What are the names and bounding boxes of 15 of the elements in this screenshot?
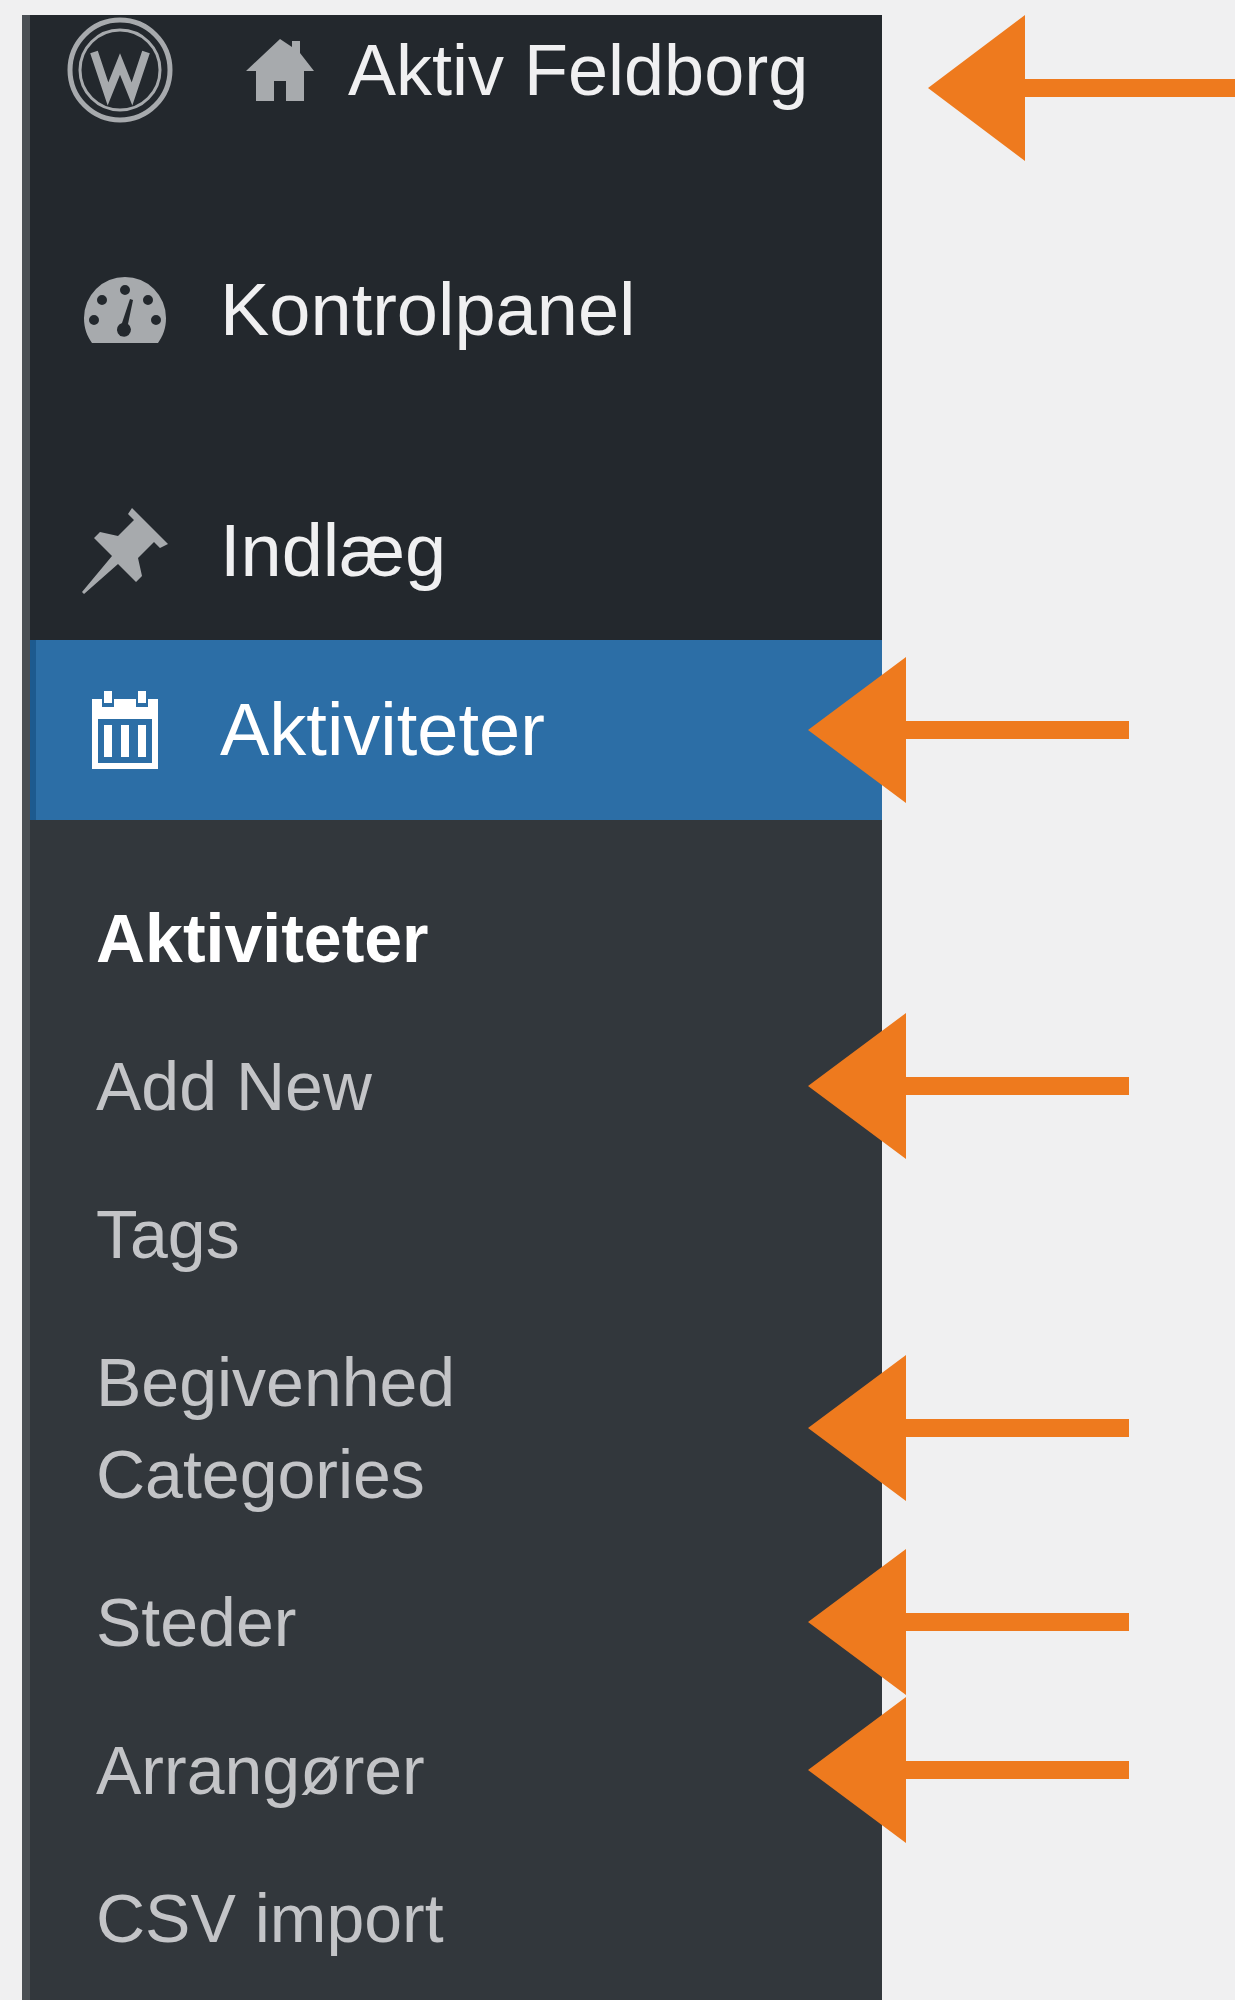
menu-item[interactable]: Aktiviteter bbox=[30, 640, 882, 820]
submenu-item[interactable]: CSV import bbox=[96, 1872, 616, 1964]
calendar-icon bbox=[90, 689, 160, 771]
menu-item[interactable]: Kontrolpanel bbox=[30, 230, 882, 390]
submenu-item[interactable]: Steder bbox=[96, 1576, 616, 1668]
submenu-item[interactable]: Tags bbox=[96, 1188, 616, 1280]
home-icon bbox=[244, 37, 316, 103]
submenu-item[interactable]: Begivenhed Categories bbox=[96, 1336, 616, 1520]
submenu-item[interactable]: Aktiviteter bbox=[96, 892, 616, 984]
submenu-item[interactable]: Add New bbox=[96, 1040, 616, 1132]
gauge-icon bbox=[82, 275, 168, 345]
pushpin-icon bbox=[80, 506, 170, 596]
menu-item[interactable]: Indlæg bbox=[30, 471, 882, 631]
wordpress-logo-icon bbox=[66, 16, 174, 124]
submenu-item[interactable]: Arrangører bbox=[96, 1724, 616, 1816]
